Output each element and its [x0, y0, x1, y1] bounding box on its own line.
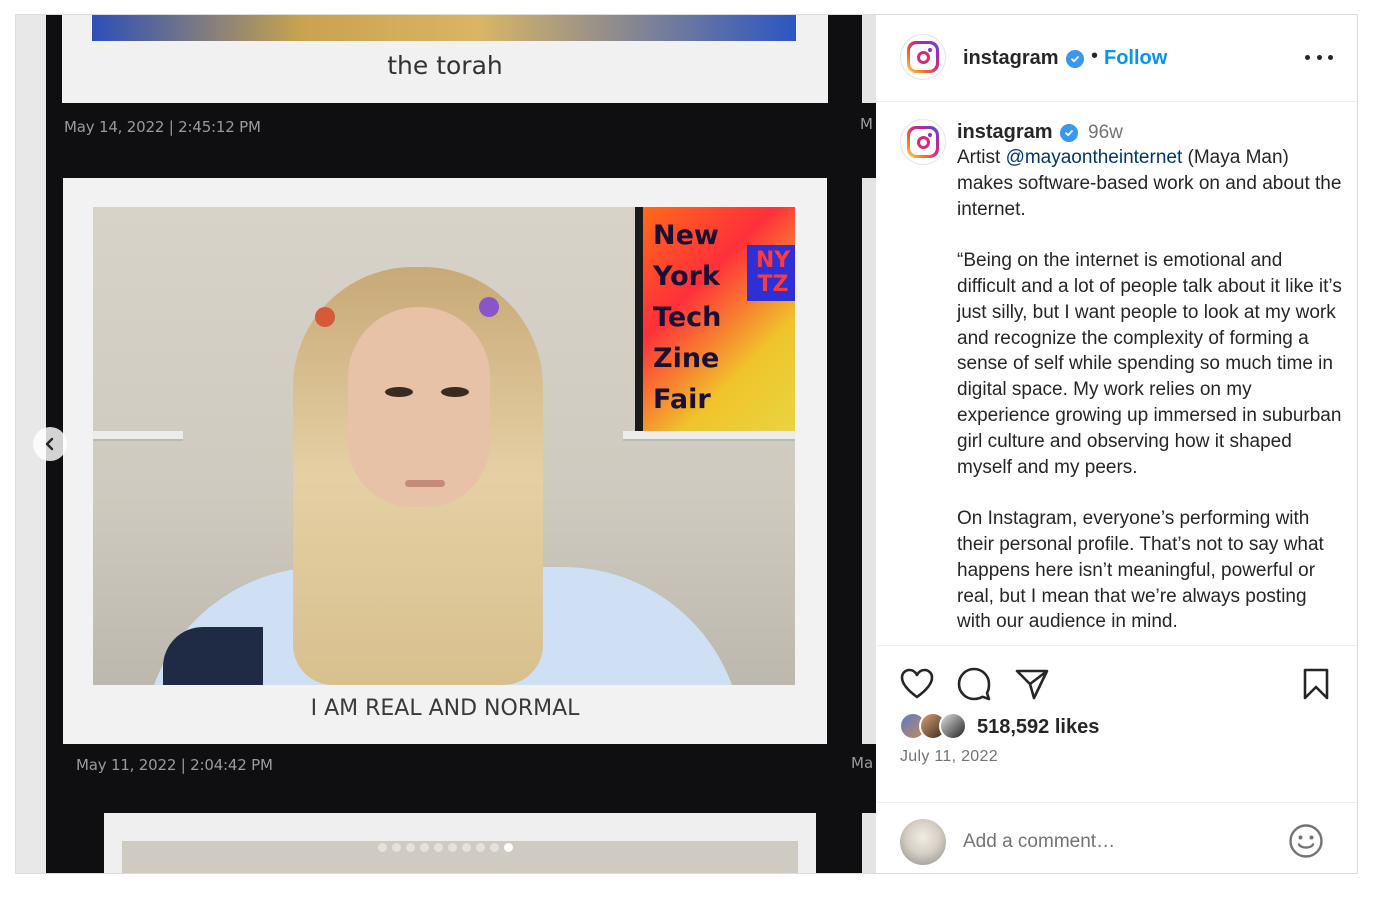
- smile-icon: [1289, 824, 1323, 858]
- eye: [441, 387, 469, 397]
- emoji-button[interactable]: [1288, 823, 1324, 859]
- post-actions: 518,592 likes July 11, 2022: [877, 645, 1357, 873]
- carousel-dot: [378, 843, 387, 852]
- header-separator: •: [1091, 45, 1099, 67]
- photo-top-crop: [92, 15, 796, 41]
- frame-timestamp-cut: M: [860, 115, 873, 133]
- frame-caption-top: the torah: [387, 51, 503, 80]
- carousel-dot: [476, 843, 485, 852]
- comment-input[interactable]: [963, 827, 1273, 857]
- caption-text-body: (Maya Man) makes software-based work on …: [957, 147, 1342, 633]
- carousel-dot: [434, 843, 443, 852]
- instagram-avatar[interactable]: [900, 119, 946, 165]
- chevron-left-icon: [45, 437, 54, 451]
- comment-icon: [957, 667, 991, 701]
- mouth: [405, 480, 445, 487]
- post-media[interactable]: the torah May 14, 2022 | 2:45:12 PM M Ne…: [16, 15, 876, 873]
- instagram-avatar[interactable]: [900, 34, 946, 80]
- follow-button[interactable]: Follow: [1104, 47, 1167, 70]
- more-options-button[interactable]: [1305, 45, 1333, 69]
- verified-badge-icon: [1066, 50, 1084, 68]
- mention-link[interactable]: @mayaontheinternet: [1006, 147, 1183, 168]
- avatar: [939, 712, 967, 740]
- heart-icon: [900, 668, 934, 699]
- caption-text: Artist @mayaontheinternet (Maya Man) mak…: [957, 145, 1342, 635]
- instagram-logo-icon: [907, 126, 939, 158]
- post-date[interactable]: July 11, 2022: [900, 748, 998, 766]
- share-button[interactable]: [1014, 666, 1050, 702]
- carousel-dot: [462, 843, 471, 852]
- likes-count[interactable]: 518,592 likes: [977, 716, 1099, 739]
- webcam-photo: New York Tech Zine Fair NY TZ: [93, 207, 795, 685]
- wall-shelf: [623, 431, 795, 441]
- post-card: the torah May 14, 2022 | 2:45:12 PM M Ne…: [15, 14, 1358, 874]
- frame-caption-main: I AM REAL AND NORMAL: [310, 696, 580, 721]
- liker-avatars[interactable]: [899, 712, 977, 742]
- poster-badge: NY TZ: [747, 245, 795, 301]
- portrait-subject: [143, 267, 743, 685]
- carousel-dot: [420, 843, 429, 852]
- avatar: [900, 819, 946, 865]
- photo-frame-main: New York Tech Zine Fair NY TZ I AM REAL …: [63, 178, 827, 744]
- comment-button[interactable]: [956, 666, 992, 702]
- save-button[interactable]: [1298, 666, 1334, 702]
- eye: [385, 387, 413, 397]
- wall-shelf: [93, 431, 183, 441]
- carousel-dot: [392, 843, 401, 852]
- verified-badge-icon: [1060, 124, 1078, 142]
- photo-frame-top: the torah: [62, 15, 828, 103]
- post-time-ago[interactable]: 96w: [1088, 122, 1123, 144]
- carousel-dot: [490, 843, 499, 852]
- poster-text: New York Tech Zine Fair: [653, 220, 722, 415]
- carousel-indicator: [378, 843, 513, 852]
- header-username[interactable]: instagram: [963, 47, 1059, 70]
- carousel-dot: [406, 843, 415, 852]
- more-horizontal-icon: [1305, 54, 1310, 60]
- caption-section: instagram 96w Artist @mayaontheinternet …: [877, 103, 1357, 645]
- instagram-logo-icon: [907, 41, 939, 73]
- adjacent-frame-right: [862, 15, 876, 873]
- frame-timestamp-main: May 11, 2022 | 2:04:42 PM: [76, 756, 273, 774]
- hair-clip: [315, 307, 335, 327]
- post-header: instagram • Follow: [877, 15, 1357, 102]
- share-icon: [1015, 669, 1049, 700]
- hair-clip: [479, 297, 499, 317]
- bookmark-icon: [1303, 668, 1329, 700]
- carousel-dot: [504, 843, 513, 852]
- face: [348, 307, 490, 507]
- post-side-panel: instagram • Follow instagram 96w Artist …: [877, 15, 1357, 873]
- carousel-dot: [448, 843, 457, 852]
- previous-slide-button[interactable]: [33, 427, 67, 461]
- jacket: [163, 627, 263, 685]
- frame-timestamp-cut: Ma: [851, 754, 874, 772]
- add-comment-row: [877, 802, 1357, 873]
- caption-username[interactable]: instagram: [957, 121, 1053, 144]
- like-button[interactable]: [899, 666, 935, 702]
- frame-timestamp-top: May 14, 2022 | 2:45:12 PM: [64, 118, 261, 136]
- zine-fair-poster: New York Tech Zine Fair NY TZ: [635, 207, 795, 431]
- caption-text-lead: Artist: [957, 147, 1006, 168]
